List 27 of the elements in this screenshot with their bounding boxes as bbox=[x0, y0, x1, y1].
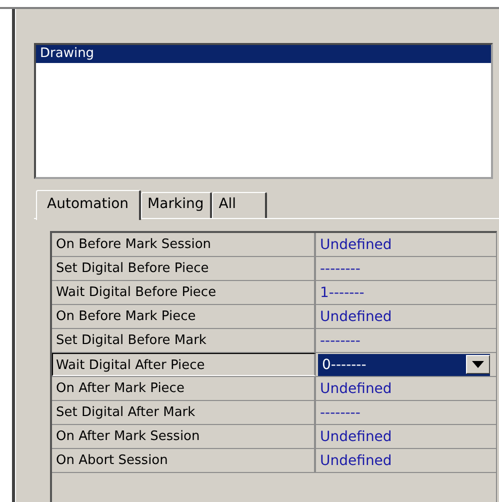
property-name: On Abort Session bbox=[52, 449, 316, 472]
property-name: Set Digital After Mark bbox=[52, 401, 316, 424]
property-value: Undefined bbox=[320, 453, 392, 471]
property-value: Undefined bbox=[320, 381, 392, 399]
value-dropdown[interactable]: 0------- bbox=[318, 354, 490, 376]
property-value: Undefined bbox=[320, 237, 392, 255]
property-value: -------- bbox=[320, 261, 360, 279]
property-name: Wait Digital Before Piece bbox=[52, 281, 316, 304]
property-name: Set Digital Before Piece bbox=[52, 257, 316, 280]
property-name: On Before Mark Piece bbox=[52, 305, 316, 328]
tab[interactable]: Marking bbox=[140, 192, 212, 218]
tab[interactable]: Automation bbox=[36, 190, 141, 220]
property-value: 1------- bbox=[320, 285, 364, 303]
dropdown-button[interactable] bbox=[466, 355, 490, 374]
property-name: Set Digital Before Mark bbox=[52, 329, 316, 352]
property-name: On After Mark Session bbox=[52, 425, 316, 448]
property-value: -------- bbox=[320, 333, 360, 351]
caret-icon bbox=[472, 361, 484, 368]
property-name: On Before Mark Session bbox=[52, 233, 316, 256]
property-value: -------- bbox=[320, 405, 360, 423]
property-value: Undefined bbox=[320, 309, 392, 327]
property-name: Wait Digital After Piece bbox=[52, 353, 316, 376]
property-value: 0------- bbox=[322, 357, 366, 375]
property-value: Undefined bbox=[320, 429, 392, 447]
list-item[interactable]: Drawing bbox=[36, 45, 491, 63]
tab[interactable]: All bbox=[212, 192, 267, 218]
property-name: On After Mark Piece bbox=[52, 377, 316, 400]
